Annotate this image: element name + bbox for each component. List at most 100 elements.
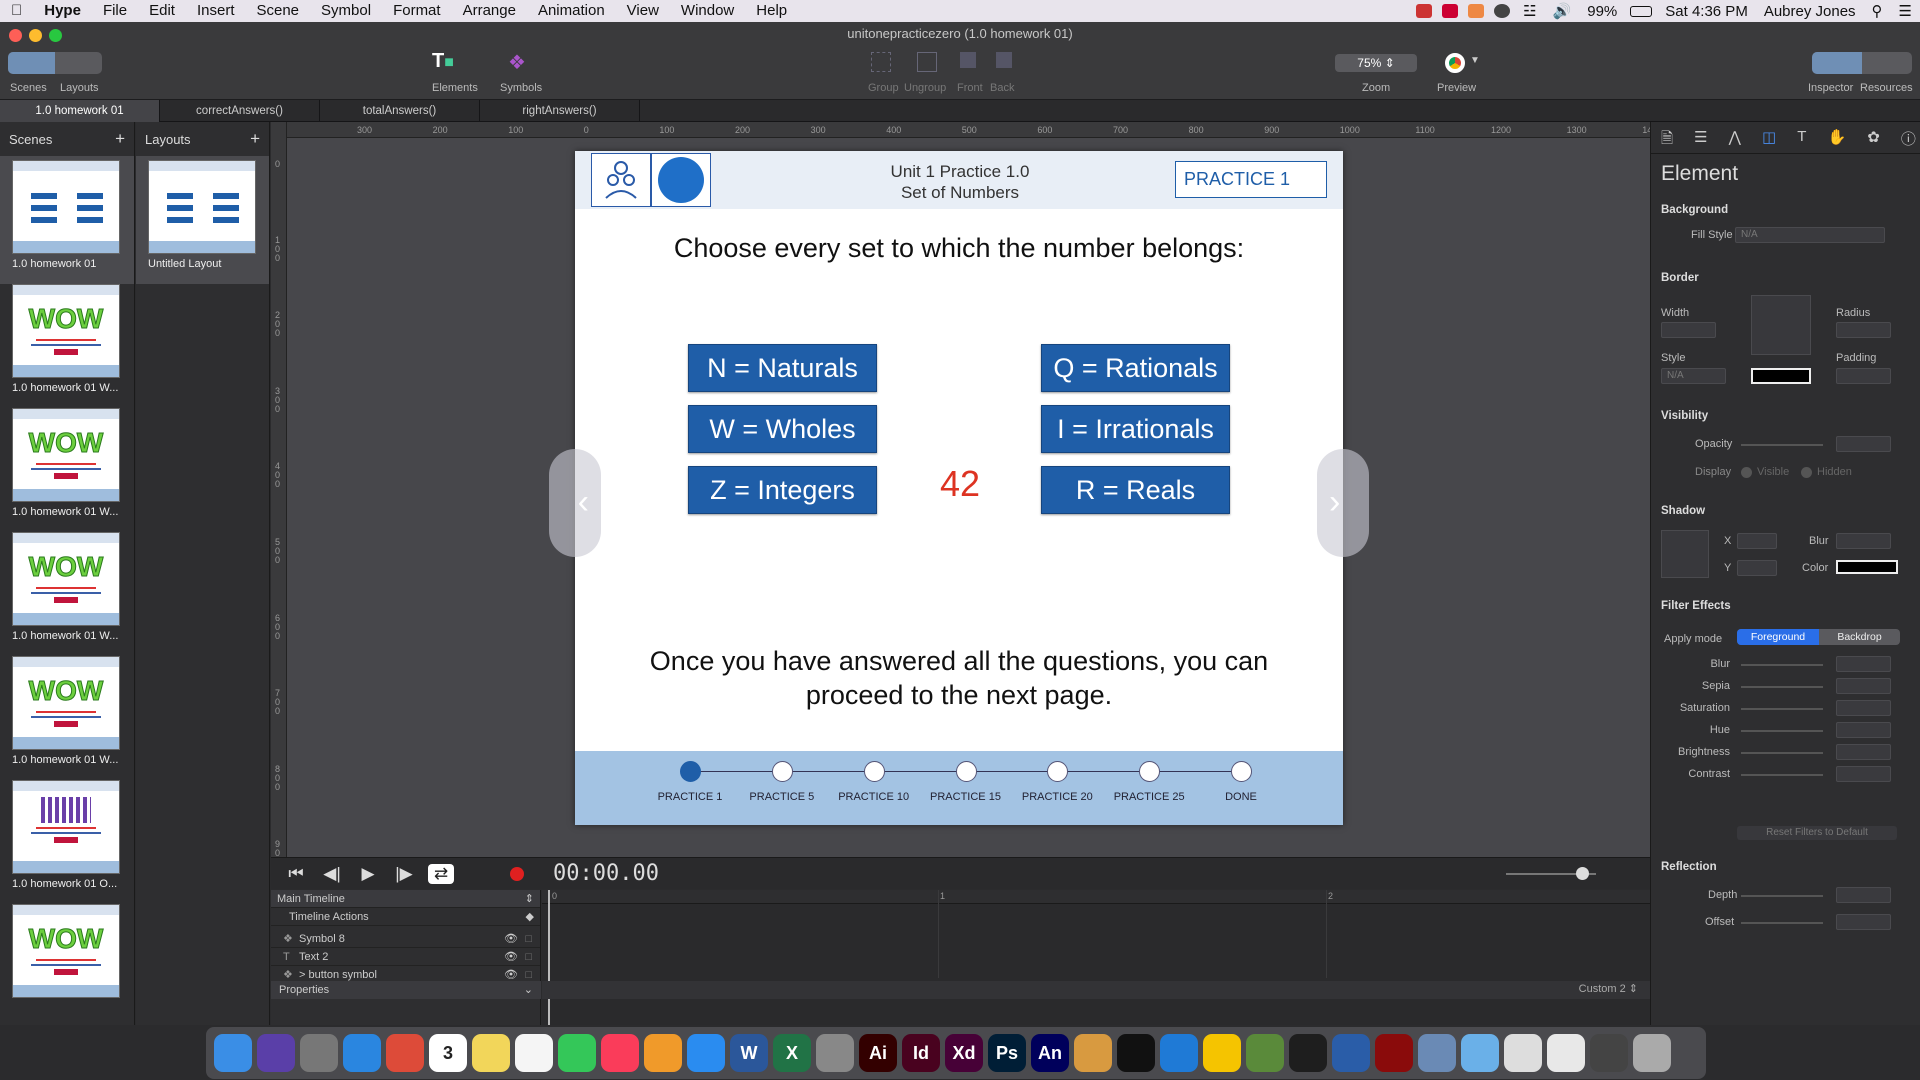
identity-inspector-icon[interactable]: ⓘ xyxy=(1901,128,1916,148)
playhead[interactable] xyxy=(548,890,550,1025)
reals-button[interactable]: R = Reals xyxy=(1041,466,1230,514)
apple-menu-icon[interactable]:  xyxy=(0,0,33,22)
animate-dock-icon[interactable]: An xyxy=(1031,1034,1069,1072)
loop-icon[interactable]: ⇄ xyxy=(428,864,454,884)
add-scene-icon[interactable]: + xyxy=(115,129,125,149)
files-dock-icon[interactable] xyxy=(1547,1034,1585,1072)
progress-step-dot[interactable] xyxy=(1139,761,1161,782)
metrics-inspector-icon[interactable]: ⋀ xyxy=(1729,128,1741,148)
filter-slider[interactable] xyxy=(1741,730,1823,732)
properties-row[interactable]: Properties ⌄ xyxy=(271,981,541,999)
depth-field[interactable] xyxy=(1836,887,1891,903)
bring-front-icon[interactable] xyxy=(960,52,976,68)
offset-field[interactable] xyxy=(1836,914,1891,930)
filter-field[interactable] xyxy=(1836,744,1891,760)
zoom-select[interactable]: 75% ⇕ xyxy=(1335,54,1417,72)
go-to-start-icon[interactable]: ⏮ xyxy=(283,864,309,884)
battery-icon[interactable] xyxy=(1630,5,1653,17)
books-dock-icon[interactable] xyxy=(644,1034,682,1072)
play-icon[interactable]: ▶ xyxy=(355,864,381,884)
progress-step-dot[interactable] xyxy=(1047,761,1069,782)
document-inspector-icon[interactable]: 🗎 xyxy=(1661,128,1673,148)
next-arrow-icon[interactable]: › xyxy=(1317,449,1369,557)
wholes-button[interactable]: W = Wholes xyxy=(688,405,877,453)
status-icon[interactable] xyxy=(1494,4,1511,18)
menu-insert[interactable]: Insert xyxy=(186,0,246,22)
irrationals-button[interactable]: I = Irrationals xyxy=(1041,405,1230,453)
depth-slider[interactable] xyxy=(1741,895,1823,897)
prev-arrow-icon[interactable]: ‹ xyxy=(549,449,601,557)
resources-toggle-button[interactable] xyxy=(1862,52,1912,74)
notes-dock-icon[interactable] xyxy=(472,1034,510,1072)
finder-dock-icon[interactable] xyxy=(214,1034,252,1072)
terminal-dock-icon[interactable] xyxy=(1117,1034,1155,1072)
text-inspector-icon[interactable]: T xyxy=(1797,128,1806,148)
figma-dock-icon[interactable] xyxy=(1289,1034,1327,1072)
xd-dock-icon[interactable]: Xd xyxy=(945,1034,983,1072)
siri-dock-icon[interactable] xyxy=(257,1034,295,1072)
scene-item[interactable]: 1.0 homework 01 xyxy=(0,156,134,284)
tab-scene[interactable]: 1.0 homework 01 xyxy=(0,100,160,122)
scene-item[interactable]: WOW 1.0 homework 01 W... xyxy=(0,408,134,532)
messages-dock-icon[interactable] xyxy=(558,1034,596,1072)
filter-field[interactable] xyxy=(1836,700,1891,716)
excel-dock-icon[interactable]: X xyxy=(773,1034,811,1072)
filter-slider[interactable] xyxy=(1741,752,1823,754)
group-icon[interactable] xyxy=(871,52,891,72)
cyberduck-dock-icon[interactable] xyxy=(1203,1034,1241,1072)
visible-radio[interactable] xyxy=(1741,467,1752,478)
filter-slider[interactable] xyxy=(1741,774,1823,776)
filter-field[interactable] xyxy=(1836,722,1891,738)
lock-icon[interactable]: □ xyxy=(525,948,532,966)
vs-code-dock-icon[interactable] xyxy=(1160,1034,1198,1072)
menu-arrange[interactable]: Arrange xyxy=(452,0,527,22)
timeline-track-area[interactable]: 0 1 2 Custom 2 ⇕ xyxy=(542,890,1650,1025)
layouts-toggle-button[interactable] xyxy=(55,52,102,74)
spotlight-icon[interactable]: ⚲ xyxy=(1864,2,1891,20)
scene-item[interactable]: WOW 1.0 homework 01 W... xyxy=(0,532,134,656)
shadow-color-well[interactable] xyxy=(1836,560,1898,574)
filter-field[interactable] xyxy=(1836,766,1891,782)
filter-slider[interactable] xyxy=(1741,708,1823,710)
progress-step-dot[interactable] xyxy=(863,761,885,782)
border-style-select[interactable]: N/A xyxy=(1661,368,1726,384)
user-name[interactable]: Aubrey Jones xyxy=(1756,3,1864,20)
timeline-layer-row[interactable]: T Text 2 👁 □ xyxy=(271,948,540,966)
volume-icon[interactable]: 🔊 xyxy=(1545,2,1580,20)
opacity-field[interactable] xyxy=(1836,436,1891,452)
minecraft-dock-icon[interactable] xyxy=(1246,1034,1284,1072)
filter-field[interactable] xyxy=(1836,678,1891,694)
menu-edit[interactable]: Edit xyxy=(138,0,186,22)
flash-dock-icon[interactable] xyxy=(1375,1034,1413,1072)
launchpad-dock-icon[interactable] xyxy=(300,1034,338,1072)
layout-item[interactable]: Untitled Layout xyxy=(136,156,269,284)
timeline-layer-row[interactable]: ❖ Symbol 8 👁 □ xyxy=(271,930,540,948)
quicktime-dock-icon[interactable] xyxy=(1332,1034,1370,1072)
custom-layout-select[interactable]: Custom 2 ⇕ xyxy=(1579,982,1638,995)
menu-app[interactable]: Hype xyxy=(33,0,92,22)
border-color-well[interactable] xyxy=(1751,368,1811,384)
rationals-button[interactable]: Q = Rationals xyxy=(1041,344,1230,392)
dropbox-icon[interactable] xyxy=(1442,4,1459,18)
filter-slider[interactable] xyxy=(1741,686,1823,688)
preview-dock-icon[interactable] xyxy=(1418,1034,1456,1072)
step-forward-icon[interactable]: |▶ xyxy=(391,864,417,884)
shadow-y-field[interactable] xyxy=(1737,560,1777,576)
eye-icon[interactable]: 👁 xyxy=(504,948,518,966)
main-timeline-selector[interactable]: Main Timeline ⇕ xyxy=(271,890,540,908)
eye-icon[interactable]: 👁 xyxy=(504,930,518,948)
tab-correct-answers[interactable]: correctAnswers() xyxy=(160,100,320,122)
filter-field[interactable] xyxy=(1836,656,1891,672)
timeline-actions-row[interactable]: Timeline Actions ◆ xyxy=(271,908,540,926)
integers-button[interactable]: Z = Integers xyxy=(688,466,877,514)
scenes-toggle-button[interactable] xyxy=(8,52,55,74)
chrome-dock-icon[interactable] xyxy=(386,1034,424,1072)
trash-dock-icon[interactable] xyxy=(1633,1034,1671,1072)
lock-icon[interactable]: □ xyxy=(525,930,532,948)
naturals-button[interactable]: N = Naturals xyxy=(688,344,877,392)
screen-dock-icon[interactable] xyxy=(1590,1034,1628,1072)
step-back-icon[interactable]: ◀| xyxy=(319,864,345,884)
word-dock-icon[interactable]: W xyxy=(730,1034,768,1072)
wifi-icon[interactable]: ☳ xyxy=(1515,2,1544,20)
reset-filters-button[interactable]: Reset Filters to Default xyxy=(1737,826,1897,840)
